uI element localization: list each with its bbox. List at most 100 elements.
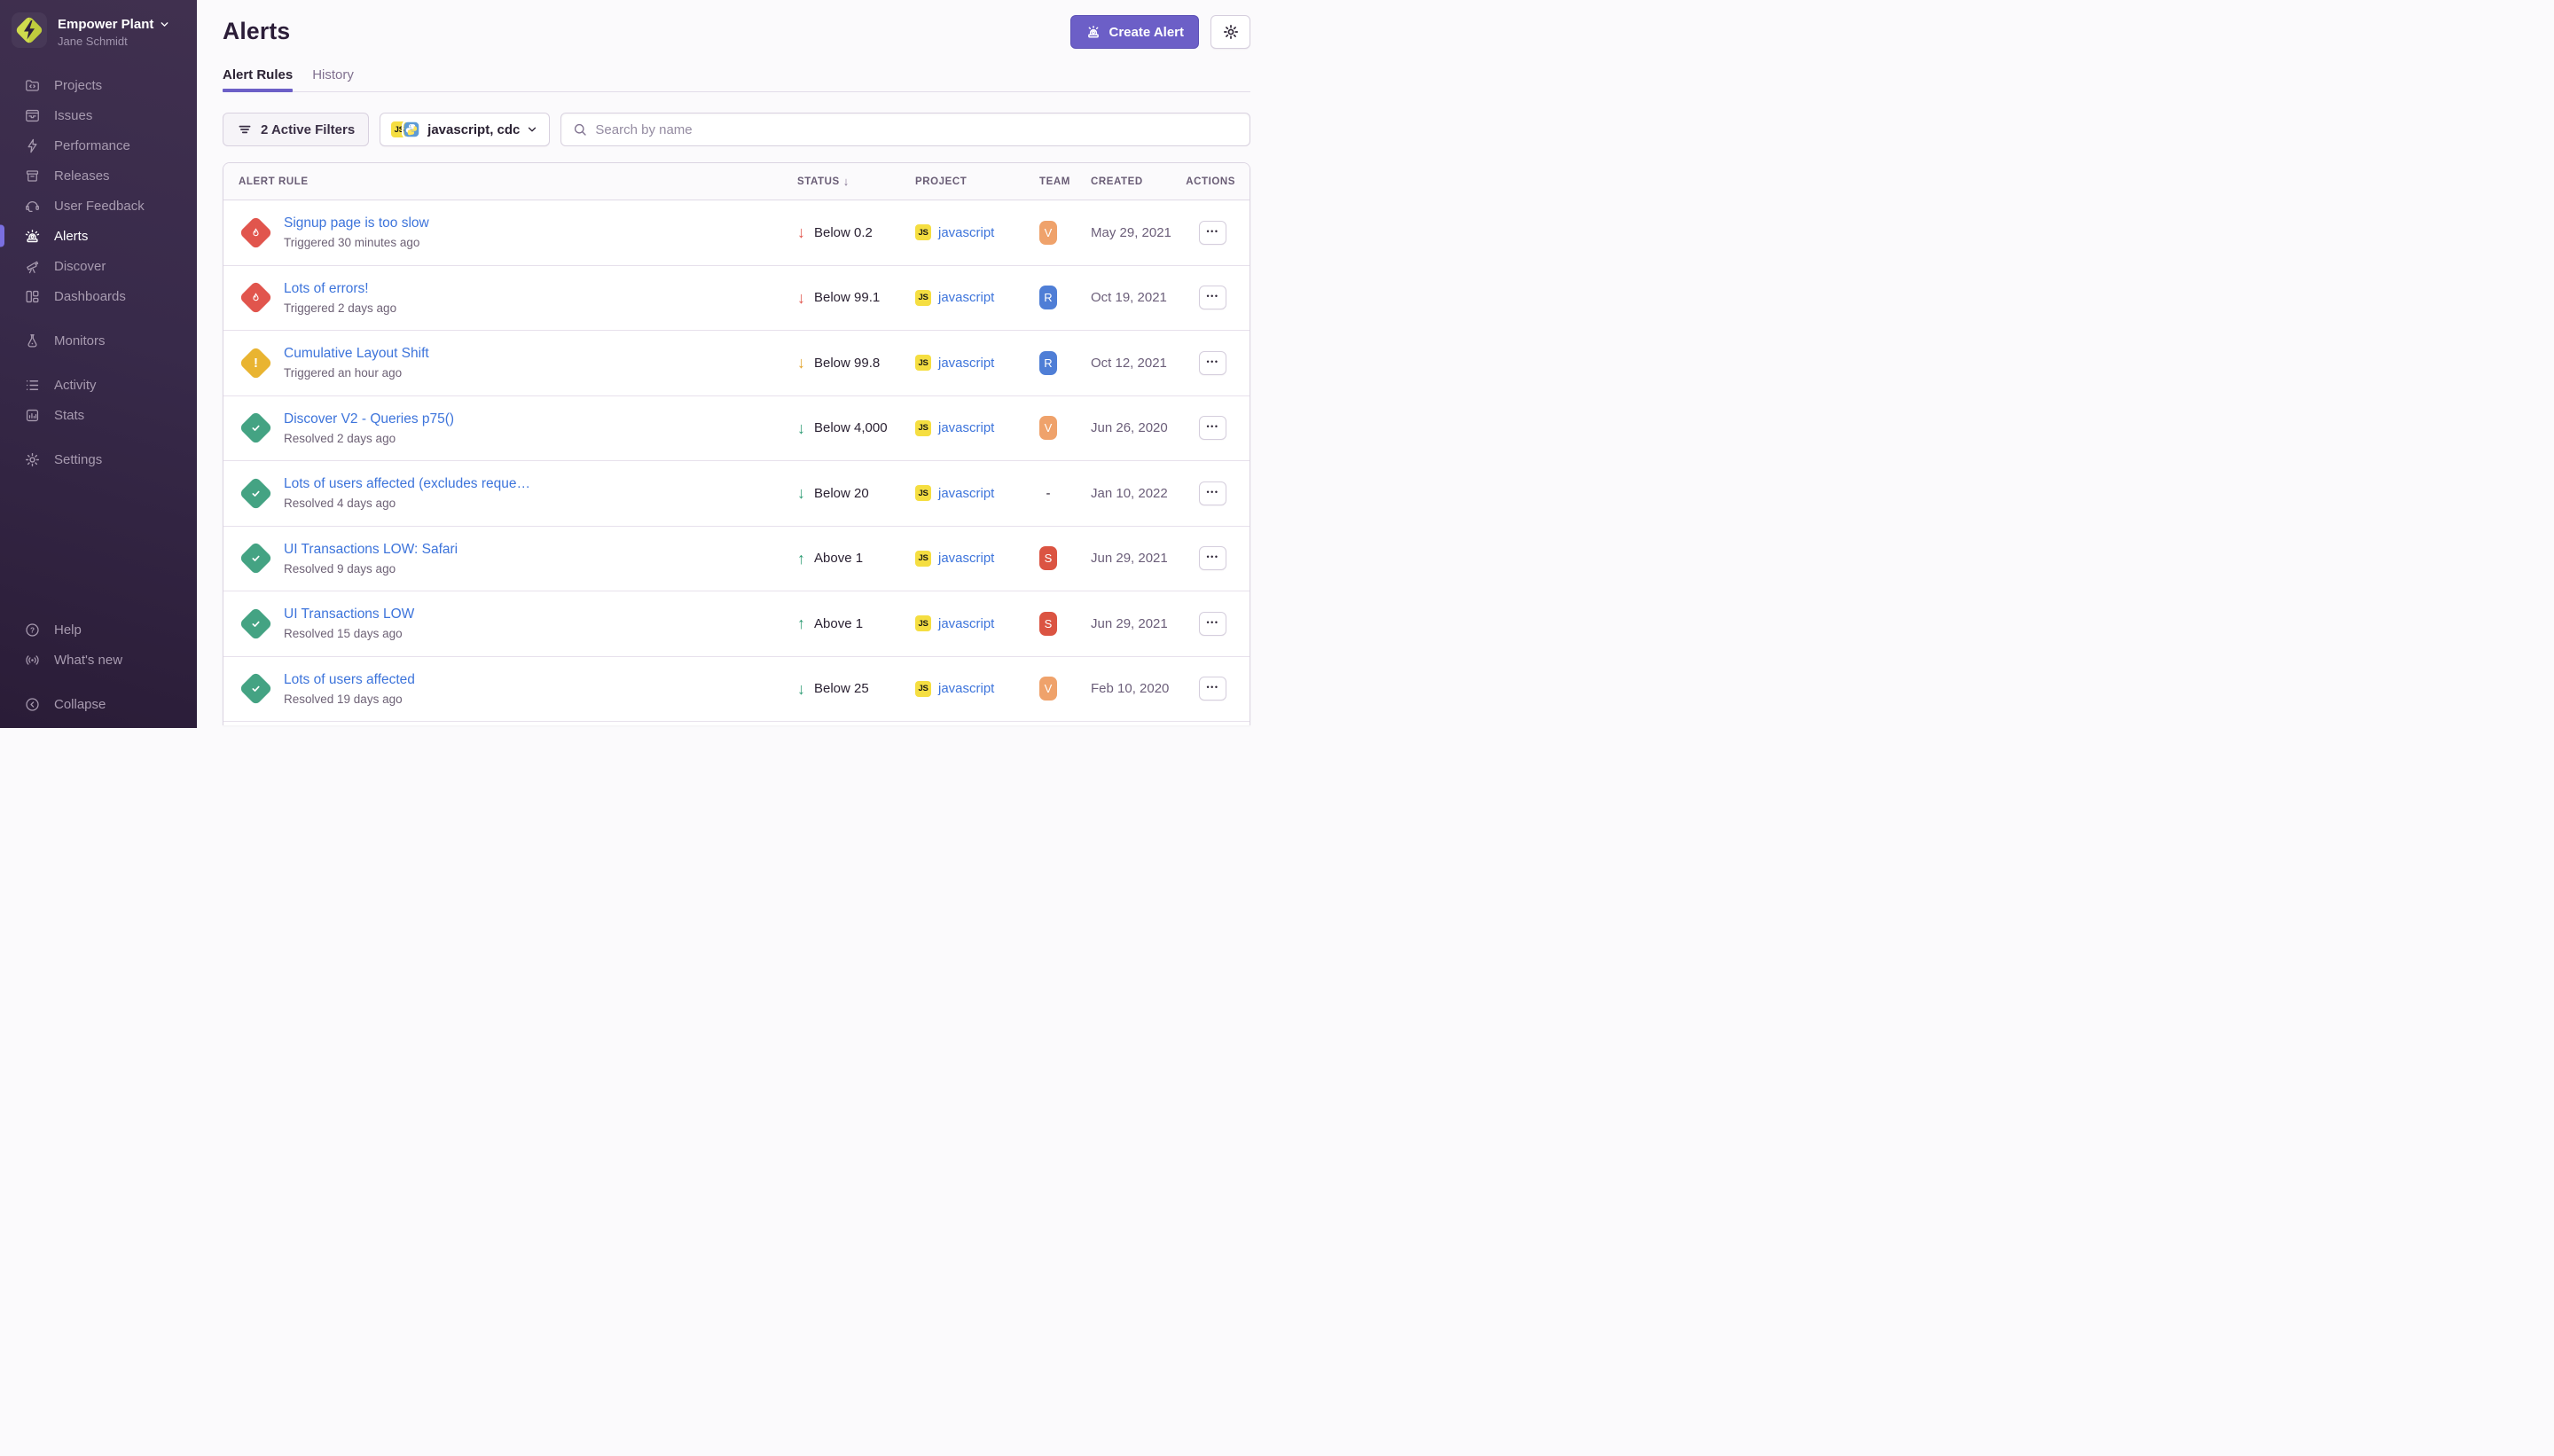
status-value: Below 0.2 <box>814 225 873 240</box>
team-badge: S <box>1039 612 1057 636</box>
sidebar-item-whats-new[interactable]: What's new <box>0 645 197 675</box>
sidebar-item-label: Alerts <box>54 229 88 244</box>
sidebar-item-issues[interactable]: Issues <box>0 100 197 130</box>
project-link[interactable]: javascript <box>938 290 994 305</box>
project-link[interactable]: javascript <box>938 486 994 501</box>
project-filter-label: javascript, cdc <box>427 122 520 137</box>
sidebar-item-monitors[interactable]: Monitors <box>0 325 197 356</box>
fire-icon <box>248 291 262 305</box>
row-actions-button[interactable]: ••• <box>1199 546 1226 570</box>
dashboard-grid-icon <box>24 288 41 305</box>
issues-stack-icon <box>24 107 41 124</box>
threshold-arrow-icon: ↓ <box>797 224 805 240</box>
alert-rule-link[interactable]: Lots of users affected (excludes reque… <box>284 475 530 493</box>
sidebar-item-dashboards[interactable]: Dashboards <box>0 281 197 311</box>
active-filters-button[interactable]: 2 Active Filters <box>223 113 369 146</box>
sidebar-nav: Projects Issues Performance Releases Use… <box>0 66 197 311</box>
search-icon <box>572 121 588 137</box>
ellipsis-icon: ••• <box>1207 553 1219 561</box>
alerts-settings-button[interactable] <box>1210 15 1250 49</box>
severity-icon: ! <box>239 346 272 380</box>
severity-icon: ! <box>239 542 272 575</box>
table-row: ! Signup page is too slow Triggered 30 m… <box>223 200 1250 266</box>
tab-alert-rules[interactable]: Alert Rules <box>223 67 293 91</box>
active-filters-label: 2 Active Filters <box>261 122 355 137</box>
row-actions-button[interactable]: ••• <box>1199 416 1226 440</box>
table-row: ! UI Transactions LOW: Safari Resolved 9… <box>223 527 1250 592</box>
sidebar-item-label: Releases <box>54 168 110 184</box>
check-icon <box>248 616 263 631</box>
list-icon <box>24 377 41 394</box>
tab-history[interactable]: History <box>312 67 354 91</box>
project-link[interactable]: javascript <box>938 616 994 631</box>
bar-chart-icon <box>24 407 41 424</box>
row-actions-button[interactable]: ••• <box>1199 677 1226 701</box>
ellipsis-icon: ••• <box>1207 619 1219 627</box>
project-link[interactable]: javascript <box>938 225 994 240</box>
project-link[interactable]: javascript <box>938 356 994 371</box>
row-actions-button[interactable]: ••• <box>1199 221 1226 245</box>
status-value: Below 20 <box>814 486 869 501</box>
archive-box-icon <box>24 168 41 184</box>
siren-icon <box>24 228 41 245</box>
threshold-arrow-icon: ↑ <box>797 615 805 631</box>
gear-icon <box>24 451 41 468</box>
sidebar-item-settings[interactable]: Settings <box>0 444 197 474</box>
team-badge: V <box>1039 221 1057 245</box>
sidebar-item-label: Dashboards <box>54 289 126 304</box>
project-link[interactable]: javascript <box>938 681 994 696</box>
alert-rule-link[interactable]: Discover V2 - Queries p75() <box>284 411 454 428</box>
siren-icon <box>1085 24 1101 40</box>
alert-rule-link[interactable]: UI Transactions LOW: Safari <box>284 541 458 559</box>
sidebar-item-performance[interactable]: Performance <box>0 130 197 160</box>
sidebar-item-help[interactable]: ? Help <box>0 614 197 645</box>
sidebar-item-collapse[interactable]: Collapse <box>0 689 197 719</box>
sidebar-footer: ? Help What's new Collapse <box>0 614 197 719</box>
sidebar-item-label: Monitors <box>54 333 106 348</box>
sidebar-item-discover[interactable]: Discover <box>0 251 197 281</box>
sidebar-item-releases[interactable]: Releases <box>0 160 197 191</box>
sidebar-item-activity[interactable]: Activity <box>0 370 197 400</box>
status-value: Below 25 <box>814 681 869 696</box>
sidebar-item-projects[interactable]: Projects <box>0 70 197 100</box>
ellipsis-icon: ••• <box>1207 423 1219 431</box>
javascript-platform-icon: JS <box>915 681 931 697</box>
collapse-circle-icon <box>24 696 41 713</box>
sidebar-item-stats[interactable]: Stats <box>0 400 197 430</box>
row-actions-button[interactable]: ••• <box>1199 286 1226 309</box>
project-filter-dropdown[interactable]: JS javascript, cdc <box>380 113 550 146</box>
alert-rule-link[interactable]: Lots of errors! <box>284 280 396 298</box>
team-badge: R <box>1039 286 1057 309</box>
team-badge: R <box>1039 351 1057 375</box>
sidebar-item-label: Settings <box>54 452 102 467</box>
warning-icon: ! <box>254 356 258 370</box>
create-alert-button[interactable]: Create Alert <box>1070 15 1199 49</box>
threshold-arrow-icon: ↓ <box>797 420 805 436</box>
search-box[interactable] <box>560 113 1250 146</box>
table-row: ! Cumulative Layout Shift Triggered an h… <box>223 331 1250 396</box>
sidebar: Empower Plant Jane Schmidt Projects Issu… <box>0 0 197 728</box>
row-actions-button[interactable]: ••• <box>1199 481 1226 505</box>
org-switcher[interactable]: Empower Plant Jane Schmidt <box>0 0 197 53</box>
alert-rule-link[interactable]: Signup page is too slow <box>284 215 429 232</box>
status-value: Above 1 <box>814 616 863 631</box>
search-input[interactable] <box>595 122 1239 137</box>
alert-rule-meta: Resolved 9 days ago <box>284 561 458 576</box>
sidebar-item-alerts[interactable]: Alerts <box>0 221 197 251</box>
alert-rule-link[interactable]: Cumulative Layout Shift <box>284 345 429 363</box>
row-actions-button[interactable]: ••• <box>1199 612 1226 636</box>
alert-rule-meta: Resolved 19 days ago <box>284 692 415 707</box>
sidebar-item-user-feedback[interactable]: User Feedback <box>0 191 197 221</box>
table-row: ! Lots of errors! Triggered 2 days ago ↓… <box>223 266 1250 332</box>
lightning-icon <box>24 137 41 154</box>
alert-rule-link[interactable]: UI Transactions LOW <box>284 606 414 623</box>
alert-rule-link[interactable]: Lots of users affected <box>284 671 415 689</box>
fire-icon <box>248 225 262 239</box>
javascript-platform-icon: JS <box>915 290 931 306</box>
project-link[interactable]: javascript <box>938 420 994 435</box>
project-link[interactable]: javascript <box>938 551 994 566</box>
filter-toolbar: 2 Active Filters JS javascript, cdc <box>223 113 1250 146</box>
column-header-status[interactable]: STATUS↓ <box>797 175 915 188</box>
sidebar-item-label: Discover <box>54 259 106 274</box>
row-actions-button[interactable]: ••• <box>1199 351 1226 375</box>
